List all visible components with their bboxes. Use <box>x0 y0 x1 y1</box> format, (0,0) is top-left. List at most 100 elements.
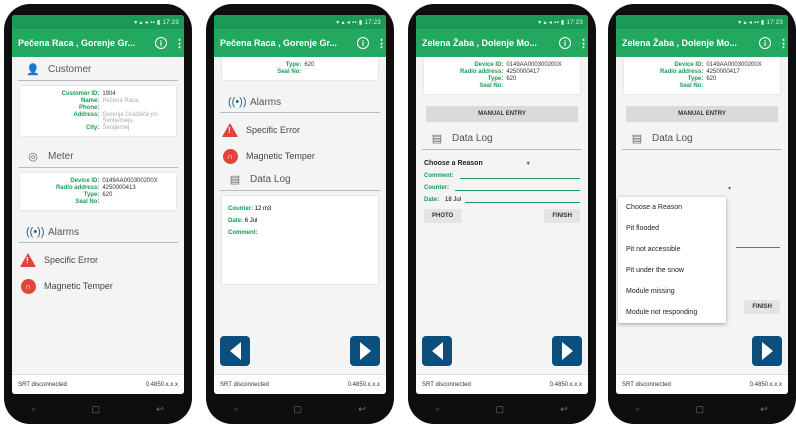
type-label: Type: <box>687 76 704 82</box>
datalog-label: Data Log <box>250 174 291 185</box>
back-icon[interactable]: ↩ <box>760 404 768 415</box>
arrow-right-icon <box>561 342 573 360</box>
alarm-label: Magnetic Temper <box>246 151 315 161</box>
comment-label: Comment: <box>228 230 258 236</box>
reason-option[interactable]: Choose a Reason <box>618 197 726 218</box>
app-bar: Pečena Raca , Gorenje Gr... i ⋮ <box>12 29 184 57</box>
seal-no-value <box>706 83 774 89</box>
counter-value: 12 m3 <box>254 206 272 212</box>
seal-no-value <box>102 199 170 205</box>
reason-option[interactable]: Module not responding <box>618 302 726 323</box>
alarm-magnetic-temper: ∩ Magnetic Temper <box>12 273 184 299</box>
device-id-label: Device ID: <box>70 178 100 184</box>
reason-option[interactable]: Pit under the snow <box>618 260 726 281</box>
info-icon[interactable]: i <box>357 37 369 49</box>
city-value: Šentjernej <box>102 125 130 131</box>
address-value: Gorenje Gradišče pri Šentjerneju <box>102 112 158 124</box>
reason-option[interactable]: Module missing <box>618 281 726 302</box>
warning-icon: ! <box>20 253 36 267</box>
arrow-right-icon <box>359 342 371 360</box>
reason-option[interactable]: Pit flooded <box>618 218 726 239</box>
alarm-specific-error: ! Specific Error <box>12 247 184 273</box>
home-icon[interactable]: ▢ <box>294 404 303 415</box>
reason-option[interactable]: Pit not accessible <box>618 239 726 260</box>
home-icon[interactable]: ▢ <box>496 404 505 415</box>
phone-value <box>102 105 170 111</box>
app-title: Zelena Žaba , Dolenje Mo... <box>622 38 738 48</box>
warning-icon: ! <box>222 123 238 137</box>
reason-select[interactable]: Choose a Reason ▾ <box>424 160 580 167</box>
finish-button[interactable]: FINISH <box>544 209 580 223</box>
recent-apps-icon[interactable]: ▫ <box>32 404 35 414</box>
system-nav-bar: ▫ ▢ ↩ <box>206 400 394 418</box>
photo-button[interactable]: PHOTO <box>424 209 462 223</box>
recent-apps-icon[interactable]: ▫ <box>436 404 439 414</box>
counter-field[interactable]: Counter: <box>424 184 580 191</box>
meter-icon: ◎ <box>28 151 38 163</box>
info-icon[interactable]: i <box>759 37 771 49</box>
date-label: Date: <box>424 196 440 203</box>
previous-button[interactable] <box>422 336 452 366</box>
home-icon[interactable]: ▢ <box>92 404 101 415</box>
manual-entry-button[interactable]: MANUAL ENTRY <box>626 106 778 122</box>
alarms-section: ((•)) Alarms <box>220 92 380 113</box>
meter-card: Device ID: 0149AA000300200X Radio address… <box>624 57 780 94</box>
radio-address-label: Radio address: <box>659 69 704 75</box>
screen-alarms-datalog: ▾ ▴ ◂ ▪▪ ▮ 17:23 Pečena Raca , Gorenje G… <box>214 15 386 394</box>
screen-customer: ▾ ▴ ◂ ▪▪ ▮ 17:23 Pečena Raca , Gorenje G… <box>12 15 184 394</box>
footer-bar: SRT disconnected 0.4850.x.x.x <box>214 374 386 394</box>
person-icon: 👤 <box>26 64 40 76</box>
city-label: City: <box>85 125 100 131</box>
magnet-icon: ∩ <box>20 278 36 294</box>
screen-reason-dropdown: ▾ ▴ ◂ ▪▪ ▮ 17:23 Zelena Žaba , Dolenje M… <box>616 15 788 394</box>
document-icon: ▤ <box>431 133 443 145</box>
radio-address-value: 4250000417 <box>506 69 540 75</box>
alarm-label: Specific Error <box>246 125 301 135</box>
more-options-icon[interactable]: ⋮ <box>778 37 788 50</box>
arrow-right-icon <box>761 342 773 360</box>
comment-field[interactable]: Comment: <box>424 172 580 179</box>
datalog-section: ▤ Data Log <box>622 128 782 150</box>
back-icon[interactable]: ↩ <box>560 404 568 415</box>
date-field[interactable]: Date: 18 Jul <box>424 196 580 203</box>
alarm-label: Specific Error <box>44 255 99 265</box>
back-icon[interactable]: ↩ <box>156 404 164 415</box>
previous-button[interactable] <box>220 336 250 366</box>
comment-label: Comment: <box>424 172 454 179</box>
recent-apps-icon[interactable]: ▫ <box>234 404 237 414</box>
phone-frame-3: ▾ ▴ ◂ ▪▪ ▮ 17:23 Zelena Žaba , Dolenje M… <box>408 4 596 424</box>
magnet-icon: ∩ <box>222 148 238 164</box>
next-button[interactable] <box>552 336 582 366</box>
phone-frame-1: ▾ ▴ ◂ ▪▪ ▮ 17:23 Pečena Raca , Gorenje G… <box>4 4 192 424</box>
type-label: Type: <box>487 76 504 82</box>
finish-button-wrap: FINISH <box>744 295 780 314</box>
manual-entry-button[interactable]: MANUAL ENTRY <box>426 106 578 122</box>
arrow-left-icon <box>431 342 443 360</box>
system-nav-bar: ▫ ▢ ↩ <box>608 400 796 418</box>
next-button[interactable] <box>752 336 782 366</box>
info-icon[interactable]: i <box>559 37 571 49</box>
footer-bar: SRT disconnected 0.4850.x.x.x <box>616 374 788 394</box>
document-icon: ▤ <box>631 133 643 145</box>
type-label: Type: <box>285 62 302 68</box>
datalog-label: Data Log <box>452 133 493 144</box>
counter-label: Counter: <box>424 184 449 191</box>
status-bar: ▾ ▴ ◂ ▪▪ ▮ 17:23 <box>416 15 588 29</box>
name-value: Pečena Raca <box>102 98 139 104</box>
home-icon[interactable]: ▢ <box>696 404 705 415</box>
recent-apps-icon[interactable]: ▫ <box>636 404 639 414</box>
more-options-icon[interactable]: ⋮ <box>376 37 386 50</box>
more-options-icon[interactable]: ⋮ <box>578 37 588 50</box>
app-bar: Zelena Žaba , Dolenje Mo... i ⋮ <box>416 29 588 57</box>
document-icon: ▤ <box>229 174 241 186</box>
next-button[interactable] <box>350 336 380 366</box>
finish-button[interactable]: FINISH <box>744 300 780 314</box>
radio-address-label: Radio address: <box>55 185 100 191</box>
footer-bar: SRT disconnected 0.4850.x.x.x <box>416 374 588 394</box>
meter-card-partial: Type: 620 Seal No: <box>222 57 378 80</box>
more-options-icon[interactable]: ⋮ <box>174 37 184 50</box>
seal-no-label: Seal No: <box>277 69 302 75</box>
dropdown-arrow-icon: ▾ <box>728 186 732 192</box>
back-icon[interactable]: ↩ <box>358 404 366 415</box>
info-icon[interactable]: i <box>155 37 167 49</box>
